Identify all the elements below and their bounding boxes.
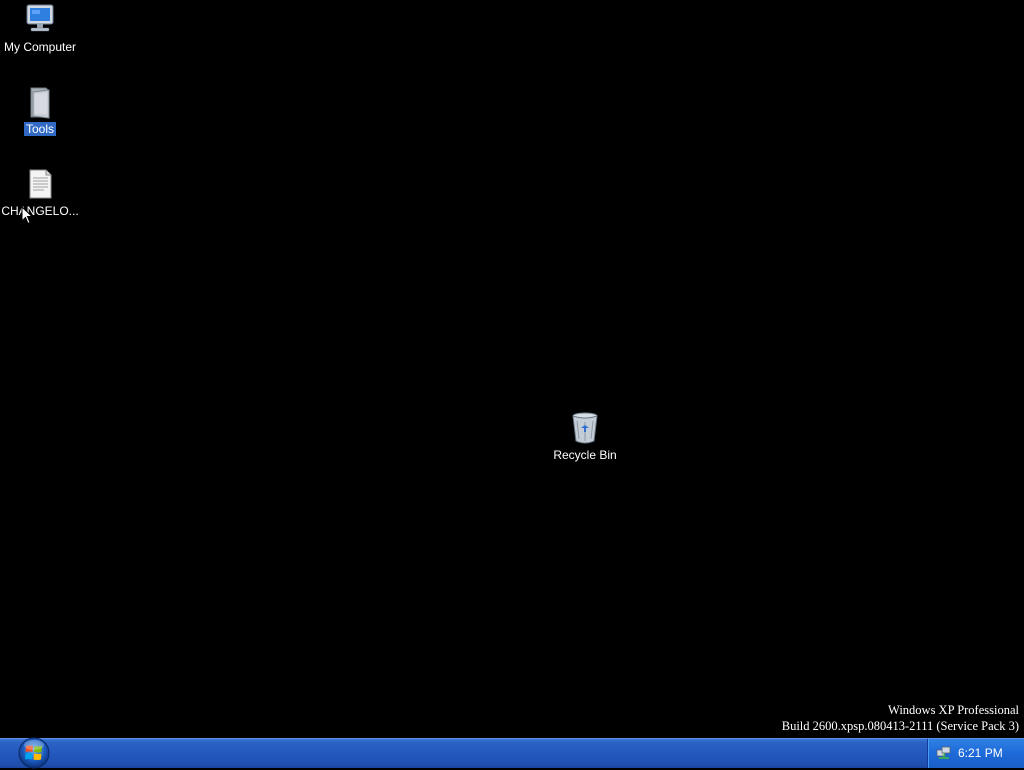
computer-icon bbox=[26, 4, 54, 32]
taskbar: 6:21 PM bbox=[0, 736, 1024, 770]
desktop-icon-tools[interactable]: Tools bbox=[0, 84, 80, 136]
os-edition-text: Windows XP Professional bbox=[888, 703, 1019, 717]
desktop-icon-changelog[interactable]: CHANGELO... bbox=[0, 166, 80, 218]
system-clock[interactable]: 6:21 PM bbox=[958, 746, 1003, 760]
network-icon[interactable] bbox=[936, 745, 952, 761]
os-version-watermark: Windows XP Professional Build 2600.xpsp.… bbox=[782, 702, 1019, 734]
desktop-icon-label: Tools bbox=[23, 122, 56, 136]
desktop-icon-my-computer[interactable]: My Computer bbox=[0, 2, 80, 54]
recycle-bin-icon bbox=[572, 412, 598, 444]
desktop-icon-label: CHANGELO... bbox=[1, 204, 79, 218]
folder-icon bbox=[30, 87, 50, 119]
system-tray: 6:21 PM bbox=[927, 739, 1024, 768]
desktop-icon-recycle-bin[interactable]: Recycle Bin bbox=[545, 410, 625, 462]
desktop-icon-label: Recycle Bin bbox=[553, 448, 617, 462]
desktop-icon-label: My Computer bbox=[3, 40, 77, 54]
windows-orb-icon[interactable] bbox=[14, 736, 54, 770]
desktop[interactable]: My Computer Tools CHANGELO... Recycle Bi… bbox=[0, 0, 1024, 738]
os-build-text: Build 2600.xpsp.080413-2111 (Service Pac… bbox=[781, 719, 1019, 733]
text-document-icon bbox=[29, 169, 52, 199]
